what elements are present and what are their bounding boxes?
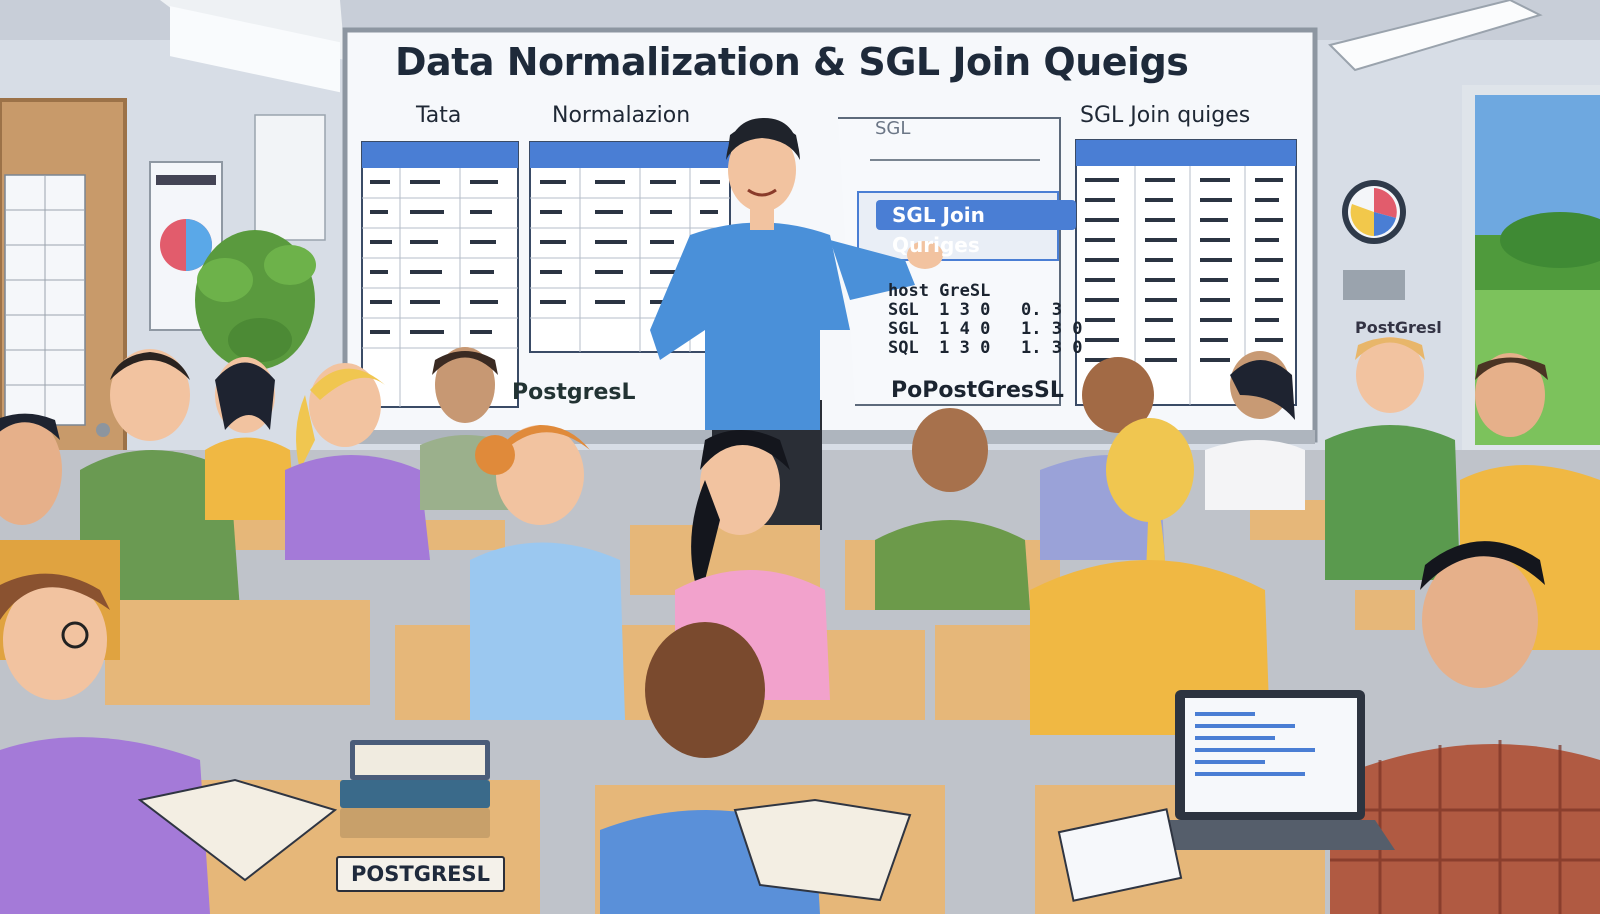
book-stack xyxy=(340,740,490,838)
whiteboard-subtitle-mid: Normalazion xyxy=(552,103,691,128)
wall-postgres-label: PostGresl xyxy=(1355,318,1442,337)
whiteboard-title: Data Normalization & SGL Join Queigs xyxy=(395,40,1189,84)
whiteboard-subtitle-left: Tata xyxy=(416,103,462,128)
sql-box-header: SGL xyxy=(875,118,911,139)
open-book-center xyxy=(733,798,912,902)
laptop xyxy=(1150,690,1395,850)
wall-sign xyxy=(1343,270,1405,300)
classroom-scene xyxy=(0,0,1600,914)
sql-box-postgres-label: PoPostGresSL xyxy=(891,378,1064,403)
sql-box-title-bar: SGL Join Quriges xyxy=(876,200,1076,257)
wall-calendar xyxy=(4,174,86,426)
wall-clock xyxy=(1342,180,1406,244)
book-spine-label: POSTGRESL xyxy=(336,856,505,892)
sql-box-rows: host GreSL SGL 1 3 0 0. 3 SGL 1 4 0 1. 3… xyxy=(888,281,1083,358)
whiteboard-postgres-label: PostgresL xyxy=(512,380,636,405)
whiteboard-subtitle-right: SGL Join quiges xyxy=(1080,103,1251,128)
